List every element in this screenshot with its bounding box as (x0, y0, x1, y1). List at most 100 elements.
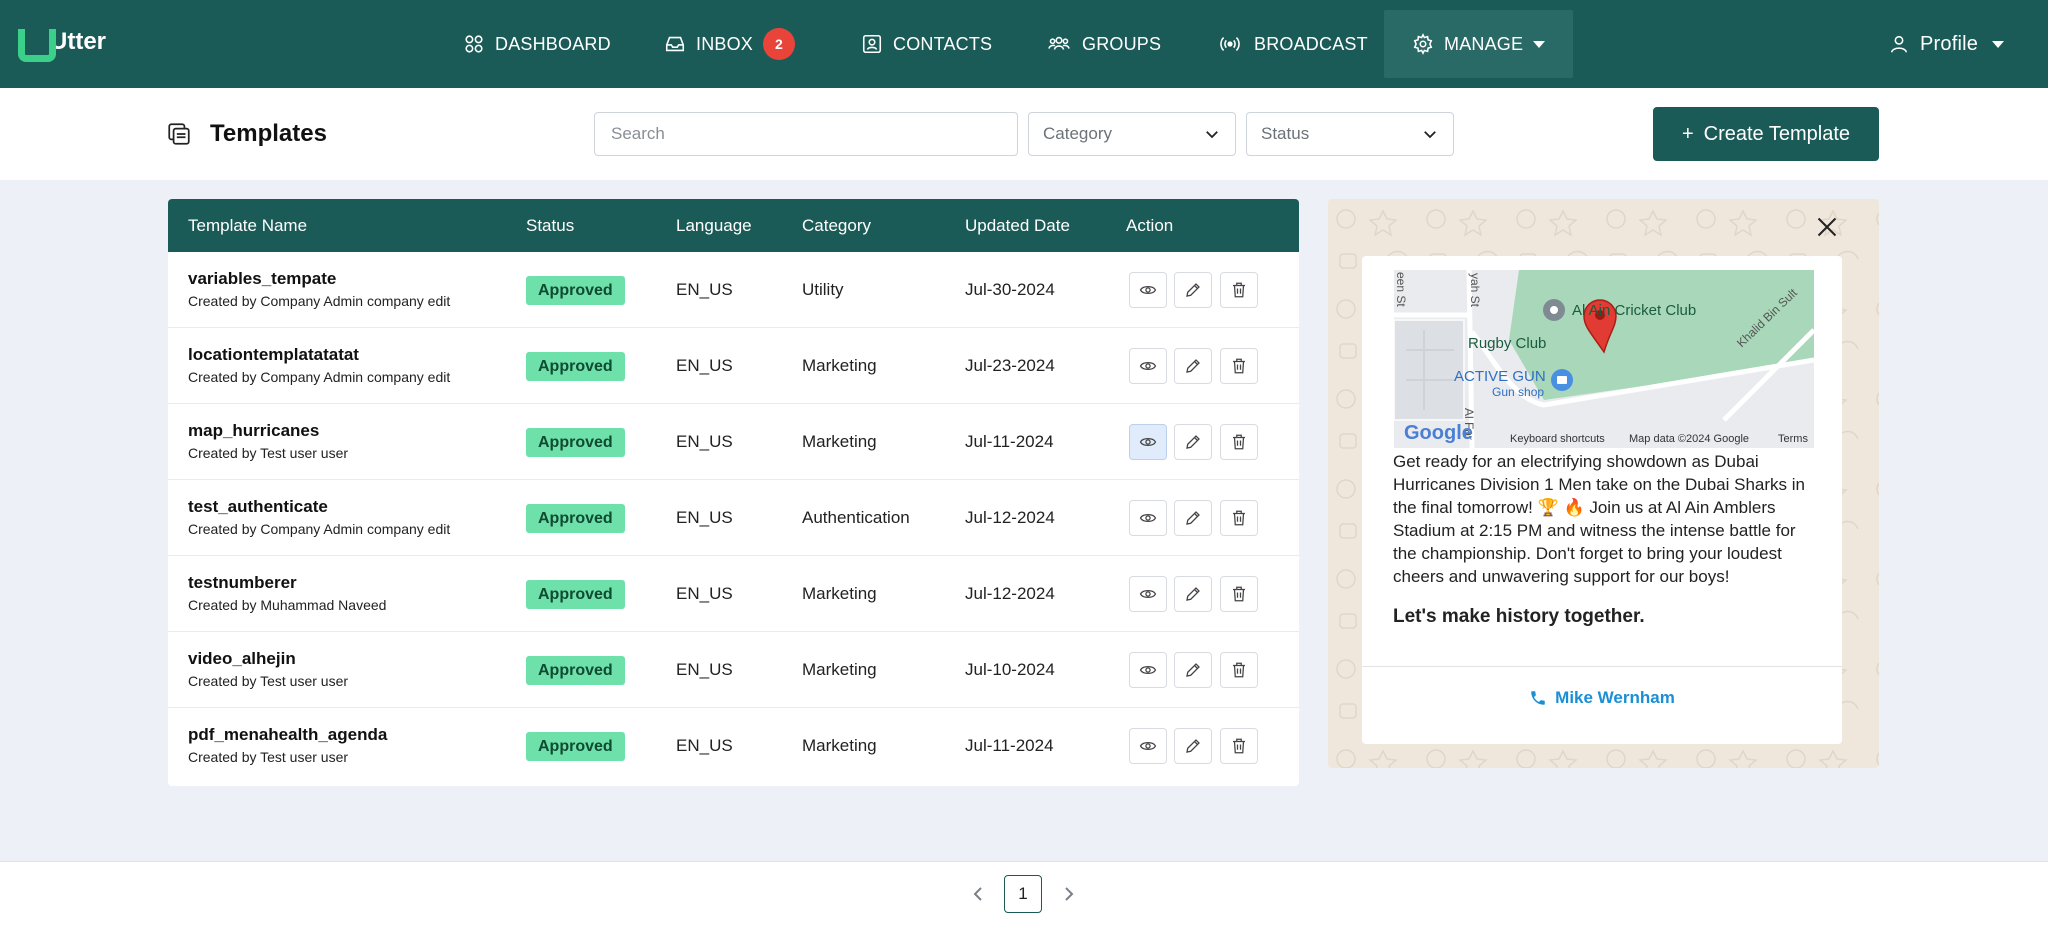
template-category: Marketing (802, 736, 877, 755)
eye-icon (1139, 437, 1157, 447)
category-select-value: Category (1043, 124, 1112, 143)
plus-icon: + (1681, 122, 1694, 145)
nav-broadcast[interactable]: BROADCAST (1216, 0, 1368, 88)
message-highlight: Let's make history together. (1393, 606, 1645, 627)
table-row[interactable]: pdf_menahealth_agenda Created by Test us… (168, 708, 1299, 784)
nav-dashboard[interactable]: DASHBOARD (463, 0, 611, 88)
trash-icon (1233, 358, 1245, 374)
delete-button[interactable] (1220, 424, 1258, 460)
edit-button[interactable] (1174, 500, 1212, 536)
pencil-icon (1186, 435, 1200, 449)
edit-button[interactable] (1174, 424, 1212, 460)
map-label-cricket-club: Al Ain Cricket Club (1572, 302, 1697, 319)
template-updated-date: Jul-11-2024 (965, 736, 1054, 755)
table-row[interactable]: variables_tempate Created by Company Adm… (168, 252, 1299, 328)
view-button[interactable] (1129, 652, 1167, 688)
map-label-active-gun: ACTIVE GUN (1454, 368, 1546, 385)
map-label-road-yah: yah St (1468, 273, 1482, 308)
template-updated-date: Jul-23-2024 (965, 356, 1055, 375)
page-title: Templates (166, 120, 327, 148)
template-updated-date: Jul-11-2024 (965, 432, 1054, 451)
previous-page-button[interactable] (970, 884, 986, 904)
chevron-left-icon (973, 887, 982, 901)
close-preview-button[interactable] (1815, 215, 1839, 239)
template-name: testnumberer (188, 573, 297, 592)
status-badge: Approved (526, 580, 625, 609)
profile-menu[interactable]: Profile (1888, 0, 2005, 88)
col-header-category: Category (802, 216, 871, 235)
delete-button[interactable] (1220, 500, 1258, 536)
search-input[interactable] (594, 112, 1018, 156)
status-badge: Approved (526, 656, 625, 685)
view-button[interactable] (1129, 728, 1167, 764)
template-language: EN_US (676, 356, 733, 375)
table-row[interactable]: testnumberer Created by Muhammad Naveed … (168, 556, 1299, 632)
app-logo[interactable]: Utter (18, 28, 107, 62)
create-template-button[interactable]: + Create Template (1653, 107, 1879, 161)
app-name: Utter (50, 28, 107, 55)
table-row[interactable]: video_alhejin Created by Test user user … (168, 632, 1299, 708)
divider (1362, 666, 1842, 667)
nav-manage[interactable]: MANAGE (1384, 10, 1574, 78)
nav-contacts[interactable]: CONTACTS (861, 0, 992, 88)
chevron-down-icon (1533, 40, 1546, 48)
inbox-icon (665, 36, 685, 52)
delete-button[interactable] (1220, 728, 1258, 764)
view-button[interactable] (1129, 576, 1167, 612)
template-language: EN_US (676, 432, 733, 451)
view-button[interactable] (1129, 272, 1167, 308)
trash-icon (1233, 510, 1245, 526)
edit-button[interactable] (1174, 272, 1212, 308)
location-map[interactable]: Al Ain Cricket Club Rugby Club ACTIVE GU… (1394, 270, 1814, 448)
template-name: locationtemplatatatat (188, 345, 359, 364)
table-row[interactable]: map_hurricanes Created by Test user user… (168, 404, 1299, 480)
page-number-1[interactable]: 1 (1004, 875, 1042, 913)
edit-button[interactable] (1174, 348, 1212, 384)
table-body: variables_tempate Created by Company Adm… (168, 252, 1299, 784)
view-button[interactable] (1129, 348, 1167, 384)
call-button[interactable]: Mike Wernham (1362, 688, 1842, 708)
delete-button[interactable] (1220, 652, 1258, 688)
template-creator: Created by Muhammad Naveed (188, 597, 387, 613)
status-select-value: Status (1261, 124, 1310, 143)
trash-icon (1233, 282, 1245, 298)
col-header-action: Action (1126, 216, 1174, 235)
edit-button[interactable] (1174, 576, 1212, 612)
next-page-button[interactable] (1061, 884, 1077, 904)
view-button[interactable] (1129, 500, 1167, 536)
status-badge: Approved (526, 352, 625, 381)
nav-dashboard-label: DASHBOARD (495, 33, 611, 54)
trash-icon (1233, 434, 1245, 450)
template-language: EN_US (676, 584, 733, 603)
grid-icon (465, 35, 483, 53)
nav-groups[interactable]: GROUPS (1046, 0, 1161, 88)
delete-button[interactable] (1220, 272, 1258, 308)
status-badge: Approved (526, 504, 625, 533)
template-category: Marketing (802, 660, 877, 679)
delete-button[interactable] (1220, 348, 1258, 384)
template-language: EN_US (676, 508, 733, 527)
status-badge: Approved (526, 276, 625, 305)
view-button[interactable] (1129, 424, 1167, 460)
edit-button[interactable] (1174, 652, 1212, 688)
status-badge: Approved (526, 428, 625, 457)
eye-icon (1139, 665, 1157, 675)
edit-button[interactable] (1174, 728, 1212, 764)
pencil-icon (1186, 511, 1200, 525)
nav-inbox[interactable]: INBOX 2 (664, 0, 796, 88)
status-select[interactable]: Status (1246, 112, 1454, 156)
table-row[interactable]: locationtemplatatatat Created by Company… (168, 328, 1299, 404)
gear-icon (1413, 33, 1433, 55)
chevron-down-icon (1424, 131, 1436, 139)
map-keyboard-shortcuts-link[interactable]: Keyboard shortcuts (1510, 433, 1605, 445)
table-row[interactable]: test_authenticate Created by Company Adm… (168, 480, 1299, 556)
pencil-icon (1186, 663, 1200, 677)
map-terms-link[interactable]: Terms (1778, 433, 1808, 445)
col-header-updated: Updated Date (965, 216, 1070, 235)
page-title-text: Templates (210, 120, 327, 147)
category-select[interactable]: Category (1028, 112, 1236, 156)
map-label-rugby-club: Rugby Club (1468, 335, 1547, 352)
phone-icon (1531, 691, 1545, 705)
delete-button[interactable] (1220, 576, 1258, 612)
col-header-language: Language (676, 216, 752, 235)
